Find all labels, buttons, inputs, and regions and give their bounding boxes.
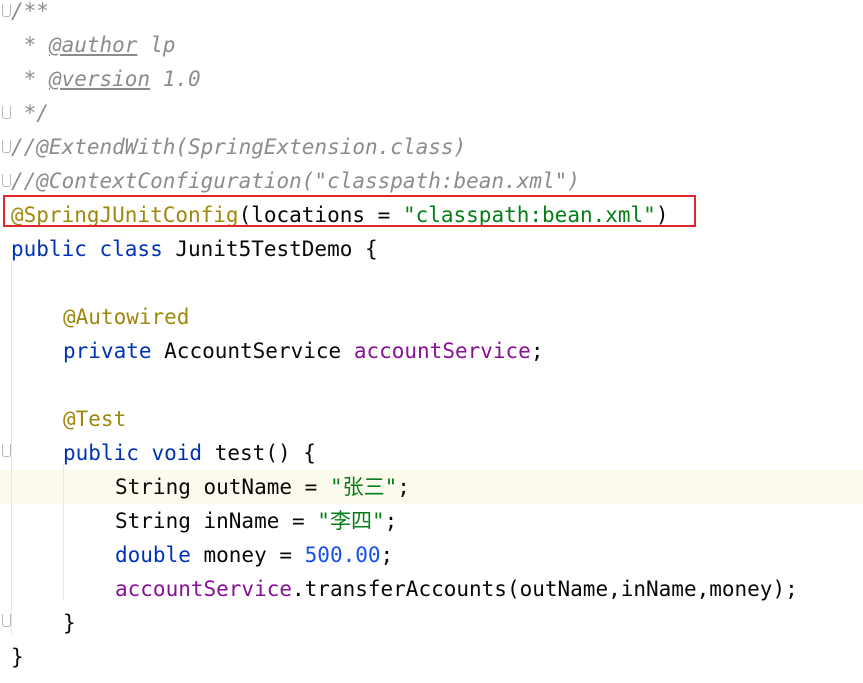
code-token: test	[214, 441, 266, 465]
code-line-content: */	[11, 96, 49, 130]
code-token: double	[115, 543, 191, 567]
code-token: ;	[397, 475, 410, 499]
indent-guide	[63, 464, 64, 600]
code-line-content: * @version 1.0	[11, 62, 201, 96]
code-line[interactable]: * @author lp	[0, 28, 863, 62]
code-line[interactable]: public class Junit5TestDemo {	[0, 232, 863, 266]
code-token: String outName =	[115, 475, 330, 499]
code-line[interactable]: }	[0, 640, 863, 674]
code-token: public class	[11, 237, 163, 261]
code-token: public void	[63, 441, 203, 465]
code-token: *	[11, 33, 49, 57]
code-line[interactable]: //@ExtendWith(SpringExtension.class)	[0, 130, 863, 164]
code-token: *	[11, 67, 49, 91]
code-line-content: double money = 500.00;	[115, 538, 393, 572]
code-token: }	[11, 645, 24, 669]
code-line[interactable]: String outName = "张三";	[0, 470, 863, 504]
code-token: AccountService	[151, 339, 354, 363]
code-token: /**	[11, 0, 49, 23]
code-line[interactable]: /**	[0, 0, 863, 28]
code-line-content: }	[11, 640, 24, 674]
code-token: .transferAccounts(outName,inName,money);	[292, 577, 798, 601]
code-token: 500.00	[304, 543, 381, 567]
code-token: () {	[265, 441, 316, 465]
code-line-content: * @author lp	[11, 28, 176, 62]
code-line[interactable]	[0, 368, 863, 402]
code-line[interactable]: private AccountService accountService;	[0, 334, 863, 368]
fold-marker-icon[interactable]	[2, 614, 11, 627]
highlight-annotation-box	[3, 195, 696, 227]
code-token: @Autowired	[63, 305, 190, 329]
code-line[interactable]: }	[0, 606, 863, 640]
code-line-content: String inName = "李四";	[115, 504, 397, 538]
code-token: }	[63, 611, 76, 635]
code-token: lp	[137, 33, 176, 57]
code-line[interactable]: accountService.transferAccounts(outName,…	[0, 572, 863, 606]
code-token: */	[11, 101, 49, 125]
code-line[interactable]: //@ContextConfiguration("classpath:bean.…	[0, 164, 863, 198]
code-line-content: public class Junit5TestDemo {	[11, 232, 378, 266]
code-line-content: /**	[11, 0, 49, 28]
code-line-content: }	[63, 606, 76, 640]
code-line-content: @Autowired	[63, 300, 189, 334]
fold-marker-icon[interactable]	[2, 4, 11, 17]
code-token: @author	[48, 33, 138, 57]
code-token: money =	[190, 543, 305, 567]
code-line[interactable]: public void test() {	[0, 436, 863, 470]
code-token: Junit5TestDemo {	[162, 237, 378, 261]
code-token: @version	[48, 67, 151, 91]
code-token: @Test	[63, 407, 127, 431]
code-token: accountService	[353, 339, 531, 363]
code-line[interactable]: @Test	[0, 402, 863, 436]
code-token: 1.0	[150, 67, 201, 91]
code-line-content: String outName = "张三";	[115, 470, 410, 504]
code-line[interactable]: double money = 500.00;	[0, 538, 863, 572]
code-token: String inName =	[115, 509, 318, 533]
indent-guide	[11, 262, 12, 634]
code-line-content: //@ContextConfiguration("classpath:bean.…	[11, 164, 580, 198]
code-line-content: //@ExtendWith(SpringExtension.class)	[11, 130, 466, 164]
code-token: accountService	[115, 577, 293, 601]
code-line-content: private AccountService accountService;	[63, 334, 543, 368]
fold-marker-icon[interactable]	[2, 140, 11, 153]
code-token: //@ExtendWith(SpringExtension.class)	[11, 135, 467, 159]
code-line-content: @Test	[63, 402, 126, 436]
code-line[interactable]	[0, 266, 863, 300]
fold-marker-icon[interactable]	[2, 444, 11, 457]
fold-marker-icon[interactable]	[2, 174, 11, 187]
code-line[interactable]: @Autowired	[0, 300, 863, 334]
code-token: ;	[380, 543, 394, 567]
code-token: ;	[530, 339, 544, 363]
code-line[interactable]: */	[0, 96, 863, 130]
code-line[interactable]: String inName = "李四";	[0, 504, 863, 538]
code-token: "张三"	[329, 475, 398, 499]
code-editor[interactable]: /** * @author lp * @version 1.0 */ //@Ext…	[0, 0, 863, 683]
fold-marker-icon[interactable]	[2, 106, 11, 119]
code-line-content: accountService.transferAccounts(outName,…	[115, 572, 798, 606]
code-token: "李四"	[317, 509, 385, 533]
code-line-content: public void test() {	[63, 436, 316, 470]
code-token: ;	[384, 509, 398, 533]
code-line[interactable]: * @version 1.0	[0, 62, 863, 96]
code-token: private	[63, 339, 152, 363]
code-token: //@ContextConfiguration("classpath:bean.…	[11, 169, 580, 193]
